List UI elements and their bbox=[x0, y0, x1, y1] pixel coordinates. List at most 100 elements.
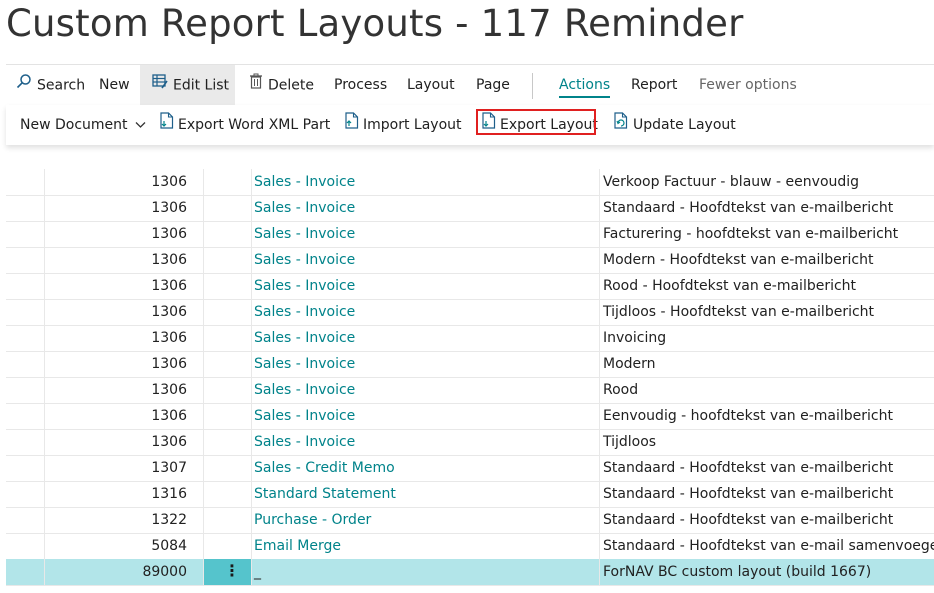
report-id-cell: 1306 bbox=[44, 429, 204, 455]
action-bar: Search New Edit List Delete Process Layo… bbox=[6, 64, 934, 107]
table-row[interactable]: 1306 Sales - Invoice Rood - Hoofdtekst van… bbox=[6, 273, 934, 300]
row-selector[interactable] bbox=[6, 299, 45, 325]
description-cell: Standaard - Hoofdtekst van e-mailbericht bbox=[603, 460, 894, 476]
report-name-link[interactable]: Sales - Invoice bbox=[251, 247, 600, 273]
import-layout-button[interactable]: Import Layout bbox=[345, 105, 462, 145]
description-cell: Invoicing bbox=[603, 330, 667, 346]
report-name-link[interactable]: Sales - Invoice bbox=[251, 273, 600, 299]
report-name-link[interactable]: Sales - Invoice bbox=[251, 377, 600, 403]
row-selector[interactable] bbox=[6, 377, 45, 403]
table-row[interactable]: 1306 Sales - Invoice Verkoop Factuur - bla… bbox=[6, 169, 934, 196]
page-title: Custom Report Layouts - 117 Reminder bbox=[6, 2, 744, 45]
report-id-cell: 1306 bbox=[44, 377, 204, 403]
table-row[interactable]: 1306 Sales - Invoice Tijdloos - Hoofdtekst… bbox=[6, 299, 934, 326]
delete-icon bbox=[249, 65, 263, 106]
row-selector[interactable] bbox=[6, 403, 45, 429]
row-actions-cell bbox=[204, 325, 252, 351]
report-id-cell: 1306 bbox=[44, 195, 204, 221]
report-name-link[interactable]: Sales - Invoice bbox=[251, 221, 600, 247]
report-name-link[interactable]: Sales - Invoice bbox=[251, 299, 600, 325]
description-cell: Rood - Hoofdtekst van e-mailbericht bbox=[603, 278, 857, 294]
edit-list-icon bbox=[152, 65, 168, 106]
row-actions-cell[interactable]: ⋮ bbox=[204, 559, 252, 585]
delete-label: Delete bbox=[268, 77, 314, 94]
report-name-link[interactable]: Purchase - Order bbox=[251, 507, 600, 533]
export-word-xml-part-button[interactable]: Export Word XML Part bbox=[160, 105, 330, 145]
table-row[interactable]: 1306 Sales - Invoice Modern - Hoofdtekst v… bbox=[6, 247, 934, 274]
report-name-link[interactable]: Sales - Credit Memo bbox=[251, 455, 600, 481]
report-id-cell: 1306 bbox=[44, 325, 204, 351]
search-button[interactable]: Search bbox=[16, 65, 85, 106]
description-cell: Standaard - Hoofdtekst van e-mailbericht bbox=[603, 512, 894, 528]
table-row[interactable]: 1322 Purchase - Order Standaard - Hoofdtek… bbox=[6, 507, 934, 534]
report-name-link[interactable]: Sales - Invoice bbox=[251, 169, 600, 195]
actions-label: Actions bbox=[559, 77, 611, 98]
row-actions-cell bbox=[204, 273, 252, 299]
report-id-cell: 1306 bbox=[44, 403, 204, 429]
report-id-cell: 1306 bbox=[44, 273, 204, 299]
report-id-cell: 1307 bbox=[44, 455, 204, 481]
report-name-link[interactable]: Sales - Invoice bbox=[251, 195, 600, 221]
row-actions-cell bbox=[204, 481, 252, 507]
row-selector[interactable] bbox=[6, 481, 45, 507]
process-menu[interactable]: Process bbox=[334, 65, 387, 106]
report-id-cell: 1306 bbox=[44, 351, 204, 377]
table-row[interactable]: 1306 Sales - Invoice Tijdloos bbox=[6, 429, 934, 456]
report-id-cell: 5084 bbox=[44, 533, 204, 559]
row-actions-cell bbox=[204, 377, 252, 403]
row-selector[interactable] bbox=[6, 169, 45, 195]
report-name-link[interactable]: Sales - Invoice bbox=[251, 325, 600, 351]
row-selector[interactable] bbox=[6, 507, 45, 533]
description-cell: Standaard - Hoofdtekst van e-mailbericht bbox=[603, 486, 894, 502]
row-selector[interactable] bbox=[6, 533, 45, 559]
table-row[interactable]: 1306 Sales - Invoice Standaard - Hoofdteks… bbox=[6, 195, 934, 222]
row-selector[interactable] bbox=[6, 455, 45, 481]
report-name-link[interactable]: Sales - Invoice bbox=[251, 351, 600, 377]
update-layout-label: Update Layout bbox=[633, 117, 736, 133]
report-name-link[interactable]: _ bbox=[251, 559, 600, 585]
edit-list-button[interactable]: Edit List bbox=[140, 65, 235, 106]
layout-label: Layout bbox=[407, 77, 455, 93]
delete-button[interactable]: Delete bbox=[249, 65, 314, 106]
row-actions-cell bbox=[204, 455, 252, 481]
import-layout-label: Import Layout bbox=[363, 117, 462, 133]
table-row[interactable]: 5084 Email Merge Standaard - Hoofdtekst va… bbox=[6, 533, 934, 560]
row-menu-icon[interactable]: ⋮ bbox=[224, 563, 240, 579]
page-menu[interactable]: Page bbox=[476, 65, 510, 106]
table-row[interactable]: 1316 Standard Statement Standaard - Hoofdt… bbox=[6, 481, 934, 508]
table-row[interactable]: 1306 Sales - Invoice Facturering - hoofdte… bbox=[6, 221, 934, 248]
row-selector[interactable] bbox=[6, 273, 45, 299]
table-row[interactable]: 1306 Sales - Invoice Invoicing bbox=[6, 325, 934, 352]
table-row[interactable]: 1306 Sales - Invoice Eenvoudig - hoofdteks… bbox=[6, 403, 934, 430]
layout-menu[interactable]: Layout bbox=[407, 65, 455, 106]
table-row[interactable]: 89000 ⋮ _ ForNAV BC custom layout (build 16… bbox=[6, 559, 934, 586]
table-row[interactable]: 1306 Sales - Invoice Rood bbox=[6, 377, 934, 404]
actions-tab[interactable]: Actions bbox=[559, 65, 611, 106]
actions-subbar: New Document Export Word XML Part Import… bbox=[6, 105, 934, 145]
row-selector[interactable] bbox=[6, 429, 45, 455]
table-row[interactable]: 1306 Sales - Invoice Modern bbox=[6, 351, 934, 378]
page-label: Page bbox=[476, 77, 510, 93]
row-selector[interactable] bbox=[6, 247, 45, 273]
row-selector[interactable] bbox=[6, 221, 45, 247]
update-layout-icon bbox=[614, 105, 629, 145]
fewer-options-button[interactable]: Fewer options bbox=[699, 65, 797, 106]
row-actions-cell bbox=[204, 221, 252, 247]
report-name-link[interactable]: Email Merge bbox=[251, 533, 600, 559]
report-name-link[interactable]: Sales - Invoice bbox=[251, 403, 600, 429]
row-selector[interactable] bbox=[6, 195, 45, 221]
report-id-cell: 1322 bbox=[44, 507, 204, 533]
row-selector[interactable] bbox=[6, 351, 45, 377]
report-menu[interactable]: Report bbox=[631, 65, 677, 106]
table-row[interactable]: 1307 Sales - Credit Memo Standaard - Hoofd… bbox=[6, 455, 934, 482]
report-name-link[interactable]: Sales - Invoice bbox=[251, 429, 600, 455]
row-selector[interactable] bbox=[6, 325, 45, 351]
new-document-dropdown[interactable]: New Document bbox=[20, 105, 150, 145]
import-layout-icon bbox=[345, 105, 359, 145]
row-actions-cell bbox=[204, 403, 252, 429]
row-selector[interactable] bbox=[6, 559, 45, 585]
new-button[interactable]: New bbox=[99, 65, 130, 106]
update-layout-button[interactable]: Update Layout bbox=[614, 105, 736, 145]
row-actions-cell bbox=[204, 247, 252, 273]
report-name-link[interactable]: Standard Statement bbox=[251, 481, 600, 507]
